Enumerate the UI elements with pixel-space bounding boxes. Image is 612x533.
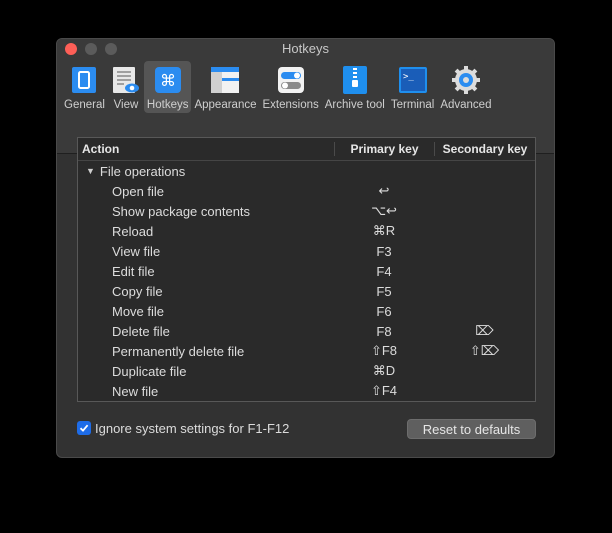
primary-key-cell[interactable]: ⌥↩ [334,203,434,219]
tab-hotkeys[interactable]: ⌘ Hotkeys [143,61,192,113]
tab-terminal[interactable]: >_ Terminal [388,61,437,113]
action-cell: Move file [112,303,165,319]
gear-icon [451,65,481,95]
tab-label: Terminal [390,99,435,111]
tab-general[interactable]: General [61,61,108,113]
command-key-icon: ⌘ [153,65,183,95]
action-cell: Open file [112,183,165,199]
svg-text:>_: >_ [403,72,414,82]
action-cell: Reload [112,223,154,239]
table-body: ▼ File operations Open file ↩ Show packag… [78,161,535,401]
primary-key-cell[interactable]: F6 [334,304,434,319]
primary-key-cell[interactable]: ⌘D [334,363,434,379]
table-row[interactable]: Open file ↩ [78,181,535,201]
table-row[interactable]: Show package contents ⌥↩ [78,201,535,221]
tab-appearance[interactable]: Appearance [191,61,259,113]
zip-archive-icon [340,65,370,95]
table-row[interactable]: New file ⇧F4 [78,381,535,401]
group-label: File operations [99,163,186,179]
tab-archive-tool[interactable]: Archive tool [322,61,388,113]
ignore-system-settings-checkbox[interactable] [77,421,91,435]
view-icon [111,65,141,95]
primary-key-cell[interactable]: ⌘R [334,223,434,239]
action-cell: View file [112,243,161,259]
table-row[interactable]: View file F3 [78,241,535,261]
terminal-icon: >_ [398,65,428,95]
tab-label: View [113,99,139,111]
window-title: Hotkeys [282,41,329,56]
primary-key-cell[interactable]: ↩ [334,183,434,199]
group-row-file-operations[interactable]: ▼ File operations [78,161,535,181]
tab-label: Advanced [440,99,492,111]
tab-label: Archive tool [324,99,385,111]
tab-label: General [64,99,105,111]
action-cell: Edit file [112,263,155,279]
primary-key-cell[interactable]: F3 [334,244,434,259]
preferences-window: Hotkeys General View ⌘ Hotkeys Appearanc… [56,38,555,458]
primary-key-cell[interactable]: F4 [334,264,434,279]
table-row[interactable]: Edit file F4 [78,261,535,281]
toolbar: General View ⌘ Hotkeys Appearance Extens… [61,61,494,113]
secondary-key-cell[interactable]: ⌦ [434,323,535,339]
primary-key-cell[interactable]: F8 [334,324,434,339]
column-header-secondary-key[interactable]: Secondary key [434,142,535,156]
action-cell: Delete file [112,323,170,339]
action-cell: Show package contents [112,203,251,219]
table-header: Action Primary key Secondary key [78,138,535,161]
primary-key-cell[interactable]: ⇧F8 [334,343,434,359]
column-header-primary-key[interactable]: Primary key [334,142,434,156]
primary-key-cell[interactable]: ⇧F4 [334,383,434,399]
svg-text:⌘: ⌘ [160,71,176,90]
table-row[interactable]: Move file F6 [78,301,535,321]
tab-extensions[interactable]: Extensions [260,61,322,113]
hotkeys-table: Action Primary key Secondary key ▼ File … [77,137,536,402]
secondary-key-cell[interactable]: ⇧⌦ [434,343,535,359]
table-row[interactable]: Copy file F5 [78,281,535,301]
checkmark-icon [79,424,89,432]
table-row[interactable]: Permanently delete file ⇧F8 ⇧⌦ [78,341,535,361]
ignore-system-settings-label[interactable]: Ignore system settings for F1-F12 [95,421,289,436]
column-header-action[interactable]: Action [78,142,334,156]
action-cell: Permanently delete file [112,343,245,359]
table-row[interactable]: Reload ⌘R [78,221,535,241]
appearance-icon [210,65,240,95]
table-row[interactable]: Duplicate file ⌘D [78,361,535,381]
tab-advanced[interactable]: Advanced [437,61,494,113]
action-cell: New file [112,383,159,399]
tab-label: Hotkeys [146,99,189,111]
action-cell: Duplicate file [112,363,187,379]
disclosure-triangle-icon[interactable]: ▼ [86,166,95,176]
primary-key-cell[interactable]: F5 [334,284,434,299]
footer: Ignore system settings for F1-F12 Reset … [77,419,536,441]
tab-label: Extensions [262,99,319,111]
action-cell: Copy file [112,283,163,299]
table-row[interactable]: Delete file F8 ⌦ [78,321,535,341]
tab-view[interactable]: View [108,61,144,113]
reset-to-defaults-button[interactable]: Reset to defaults [407,419,536,439]
general-icon [69,65,99,95]
toggles-icon [276,65,306,95]
tab-label: Appearance [194,99,257,111]
